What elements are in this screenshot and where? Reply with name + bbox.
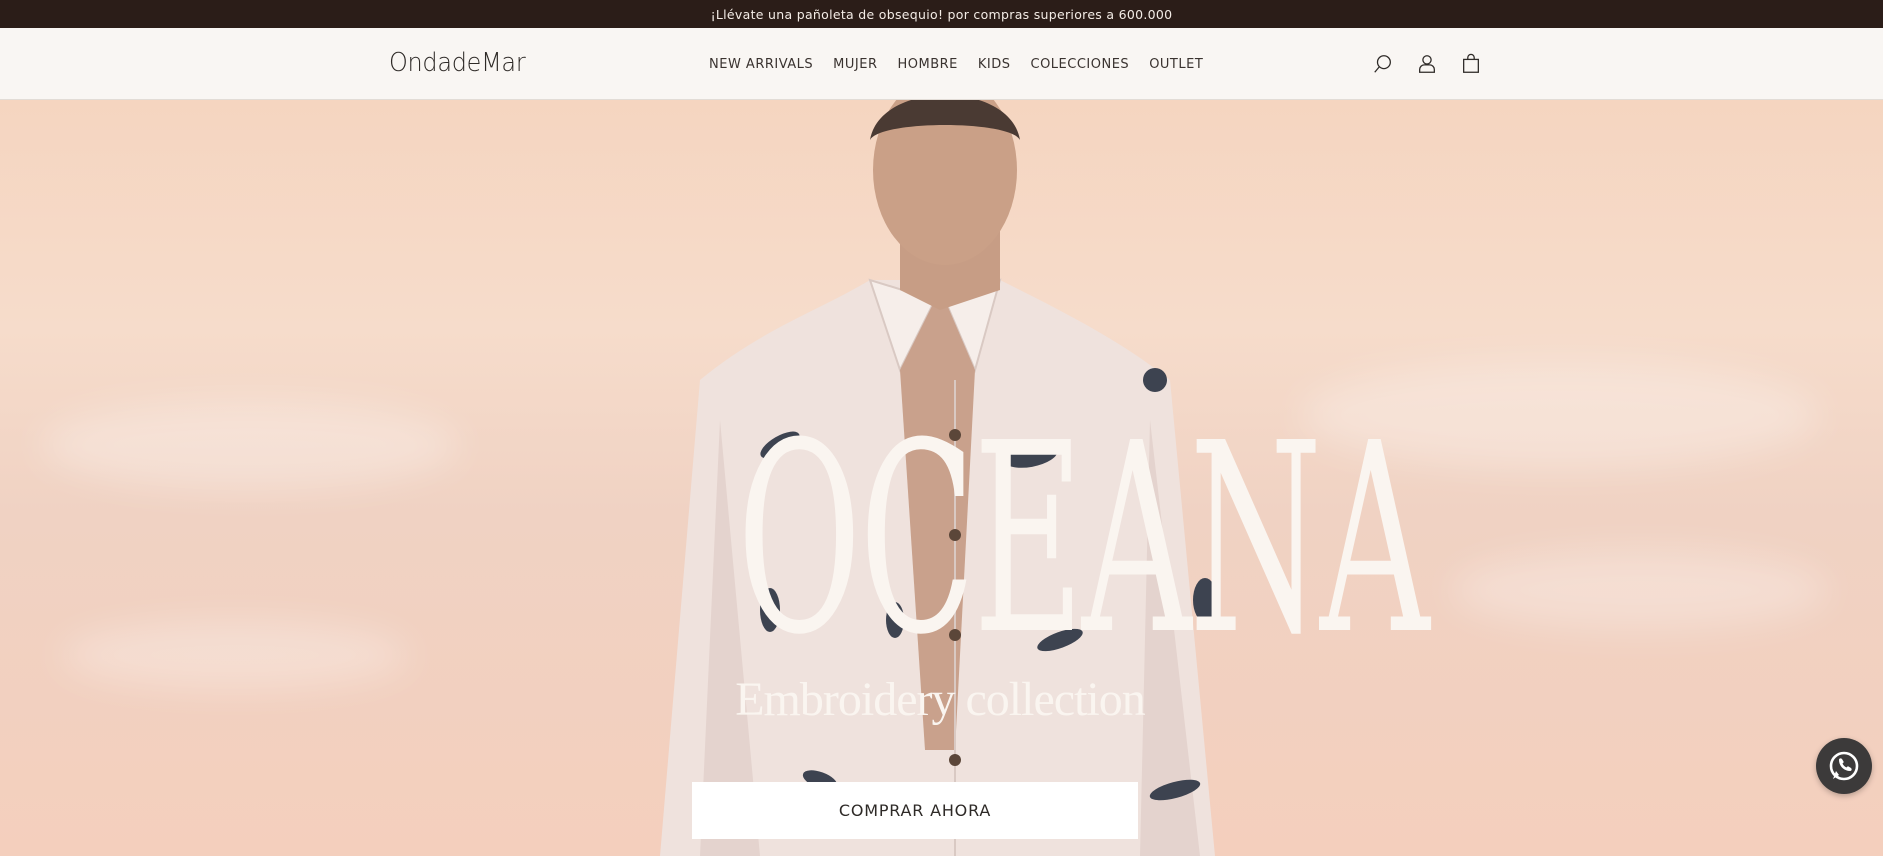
nav-item-colecciones[interactable]: COLECCIONES [1031, 57, 1130, 72]
shop-now-button[interactable]: COMPRAR AHORA [692, 782, 1138, 839]
nav-item-kids[interactable]: KIDS [978, 57, 1011, 72]
announcement-text: ¡Llévate una pañoleta de obsequio! por c… [710, 6, 1173, 22]
nav-item-new-arrivals[interactable]: NEW ARRIVALS [709, 57, 813, 72]
hero-subtitle: Embroidery collection [735, 673, 1146, 726]
brand-logo[interactable]: OndadeMar [389, 48, 526, 78]
whatsapp-icon[interactable] [1816, 738, 1872, 794]
search-icon[interactable] [1370, 51, 1396, 77]
hero-title: OCEANA [737, 387, 1430, 692]
nav-item-hombre[interactable]: HOMBRE [897, 57, 957, 72]
hero-banner: OCEANA Embroidery collection COMPRAR AHO… [0, 100, 1883, 856]
account-icon[interactable] [1414, 51, 1440, 77]
site-header: OndadeMar NEW ARRIVALS MUJER HOMBRE KIDS… [0, 28, 1883, 100]
header-actions [1370, 28, 1502, 100]
announcement-bar: ¡Llévate una pañoleta de obsequio! por c… [0, 0, 1883, 28]
nav-item-outlet[interactable]: OUTLET [1149, 57, 1203, 72]
main-nav: NEW ARRIVALS MUJER HOMBRE KIDS COLECCION… [709, 28, 1223, 100]
whatsapp-glyph [1829, 751, 1859, 781]
cart-icon[interactable] [1458, 51, 1484, 77]
nav-item-mujer[interactable]: MUJER [833, 57, 877, 72]
